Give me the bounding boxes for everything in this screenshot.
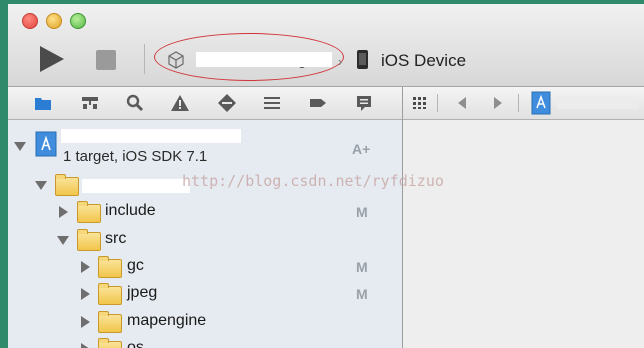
jump-bar-divider (518, 94, 519, 112)
log-navigator-icon[interactable] (354, 93, 374, 113)
symbol-navigator-icon[interactable] (80, 93, 100, 113)
jump-bar (403, 87, 644, 120)
close-window-button[interactable] (22, 13, 38, 29)
test-navigator-icon[interactable] (217, 93, 237, 113)
disclosure-triangle[interactable] (81, 261, 90, 273)
list-item-label: src (105, 230, 127, 247)
group-disclosure-triangle[interactable] (35, 181, 47, 190)
scheme-chevron: › (338, 54, 343, 69)
scm-status-badge: M (356, 286, 368, 302)
desktop-background-edge (0, 0, 8, 348)
disclosure-triangle[interactable] (59, 206, 68, 218)
project-status-badge: A+ (352, 141, 371, 157)
disclosure-triangle[interactable] (57, 236, 69, 245)
back-icon[interactable] (455, 96, 469, 110)
scm-status-badge: M (356, 259, 368, 275)
list-item-label: os (127, 339, 144, 348)
forward-icon[interactable] (491, 96, 505, 110)
search-navigator-icon[interactable] (125, 93, 145, 113)
disclosure-triangle[interactable] (81, 316, 90, 328)
device-icon[interactable] (357, 50, 368, 69)
project-navigator-icon[interactable] (33, 93, 53, 113)
breakpoint-navigator-icon[interactable] (308, 93, 328, 113)
related-items-icon[interactable] (412, 95, 428, 111)
navigator-selector-bar (8, 87, 402, 120)
folder-icon (77, 201, 101, 223)
run-icon[interactable] (40, 46, 64, 72)
annotation-ellipse (154, 33, 344, 81)
folder-icon (98, 338, 122, 348)
folder-icon (98, 283, 122, 305)
toolbar-divider (144, 44, 145, 74)
folder-icon (98, 311, 122, 333)
stop-icon[interactable] (96, 50, 116, 70)
list-item-label: jpeg (127, 284, 158, 301)
debug-navigator-icon[interactable] (262, 93, 282, 113)
project-name-redaction (61, 129, 241, 143)
window-toolbar: g › iOS Device (8, 4, 644, 87)
breadcrumb-redaction (557, 97, 639, 109)
folder-icon (98, 256, 122, 278)
jump-bar-divider (437, 94, 438, 112)
device-selector-label[interactable]: iOS Device (381, 51, 466, 71)
disclosure-triangle[interactable] (81, 343, 90, 348)
list-item-label: include (105, 202, 156, 219)
list-item-label: mapengine (127, 312, 207, 329)
editor-area[interactable] (403, 120, 644, 348)
disclosure-triangle[interactable] (81, 288, 90, 300)
scm-status-badge: M (356, 204, 368, 220)
issue-navigator-icon[interactable] (170, 93, 190, 113)
folder-icon (77, 229, 101, 251)
list-item-label: gc (127, 257, 144, 274)
group-name-redaction (82, 179, 190, 193)
zoom-window-button[interactable] (70, 13, 86, 29)
project-disclosure-triangle[interactable] (14, 142, 26, 151)
watermark-text: http://blog.csdn.net/ryfdizuo (182, 172, 444, 190)
project-subtitle: 1 target, iOS SDK 7.1 (63, 148, 208, 165)
project-navigator: 1 target, iOS SDK 7.1 A+ include M src g… (8, 120, 402, 348)
project-file-icon (35, 131, 57, 157)
minimize-window-button[interactable] (46, 13, 62, 29)
file-icon[interactable] (531, 91, 551, 115)
folder-icon (55, 174, 79, 196)
